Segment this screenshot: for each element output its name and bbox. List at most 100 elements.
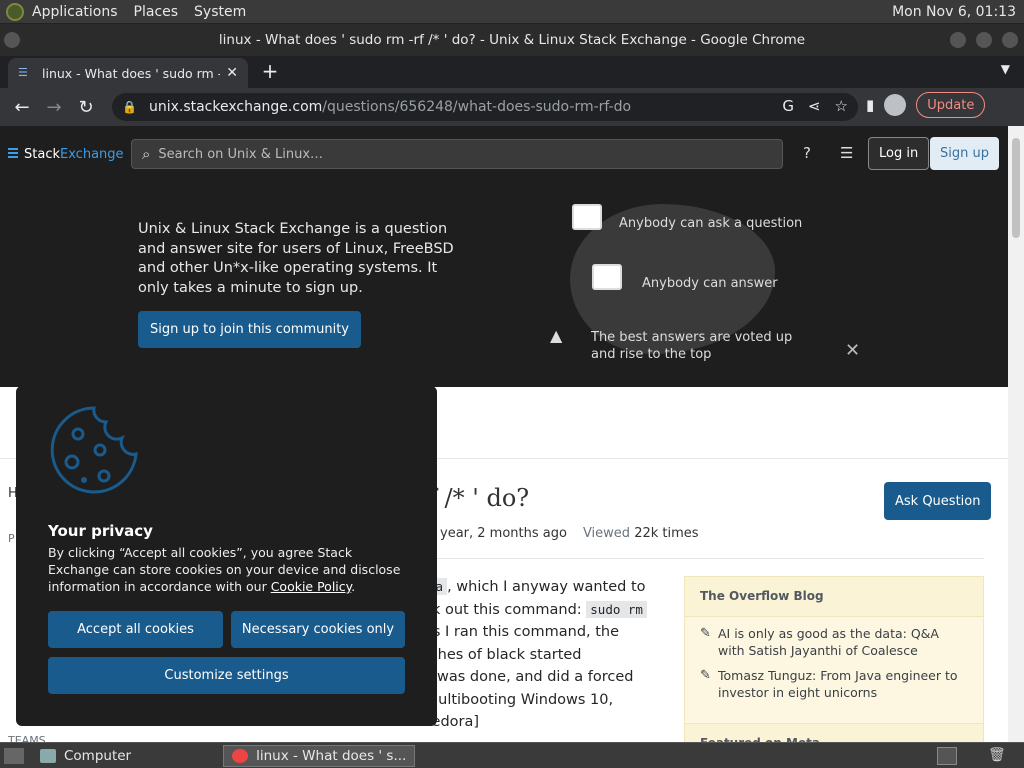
update-button[interactable]: Update: [916, 92, 986, 118]
accept-all-cookies-button[interactable]: Accept all cookies: [48, 611, 223, 648]
distro-logo-icon[interactable]: [6, 2, 24, 21]
question-meta: year, 2 months ago Viewed 22k times: [440, 526, 699, 541]
logo-text-exchange: Exchange: [60, 146, 124, 162]
taskbar-chrome-label: linux - What does ' s...: [256, 747, 407, 764]
menu-system[interactable]: System: [186, 4, 254, 20]
url-path: /questions/656248/what-does-sudo-rm-rf-d…: [322, 99, 632, 115]
tab-title: linux - What does ' sudo rm -rf: [42, 65, 221, 81]
close-tab-icon[interactable]: ✕: [226, 65, 238, 81]
address-bar[interactable]: 🔒 unix.stackexchange.com/questions/65624…: [112, 93, 858, 121]
login-button[interactable]: Log in: [868, 137, 930, 170]
necessary-cookies-button[interactable]: Necessary cookies only: [231, 611, 405, 648]
stackexchange-logo-icon: [8, 148, 18, 160]
tab-strip: ☰ linux - What does ' sudo rm -rf ✕ + ▼: [0, 56, 1024, 88]
blog-item-link[interactable]: Tomasz Tunguz: From Java engineer to inv…: [718, 667, 968, 701]
bookmark-star-icon[interactable]: ☆: [835, 97, 848, 115]
window-title-bar: linux - What does ' sudo rm -rf /* ' do?…: [0, 24, 1024, 56]
site-search-input[interactable]: ⌕ Search on Unix & Linux…: [131, 139, 783, 169]
trash-icon[interactable]: 🗑: [988, 747, 1006, 765]
chrome-icon: [232, 748, 249, 763]
body-line: as I ran this command, the: [424, 624, 620, 640]
privacy-text-end: .: [351, 579, 356, 594]
left-nav-teams: TEAMS: [8, 734, 46, 742]
page-scrollbar[interactable]: [1008, 126, 1024, 742]
reload-icon[interactable]: ↻: [70, 91, 102, 123]
viewed-count: 22k times: [634, 526, 699, 541]
profile-avatar[interactable]: [884, 94, 907, 116]
join-community-button[interactable]: Sign up to join this community: [138, 311, 362, 348]
inline-code: sudo rm: [586, 600, 647, 618]
google-lens-icon[interactable]: G: [782, 97, 794, 115]
cookie-policy-link[interactable]: Cookie Policy: [271, 579, 352, 594]
search-icon: ⌕: [142, 145, 151, 163]
window-menu-icon[interactable]: [4, 32, 20, 48]
forward-arrow-icon[interactable]: →: [38, 91, 70, 123]
tab-search-chevron-icon[interactable]: ▼: [1001, 62, 1010, 76]
feature-answer: Anybody can answer: [642, 276, 778, 291]
ask-question-button[interactable]: Ask Question: [884, 482, 992, 520]
taskbar-computer[interactable]: Computer: [32, 745, 139, 767]
asked-date: year, 2 months ago: [440, 526, 567, 541]
divider: [428, 558, 984, 559]
close-banner-icon[interactable]: ✕: [845, 340, 860, 361]
logo-text-stack: Stack: [24, 146, 60, 162]
url-host: unix.stackexchange.com: [148, 99, 323, 115]
cookie-consent-dialog: Your privacy By clicking “Accept all coo…: [16, 386, 437, 726]
new-tab-button[interactable]: +: [258, 60, 282, 84]
cookie-icon: [50, 406, 138, 494]
page-viewport: Stack Exchange ⌕ Search on Unix & Linux… …: [0, 126, 1008, 742]
taskbar-chrome-window[interactable]: linux - What does ' s...: [223, 744, 416, 767]
back-arrow-icon[interactable]: ←: [6, 91, 38, 123]
customize-settings-button[interactable]: Customize settings: [48, 657, 405, 694]
site-switcher-icon[interactable]: ☰: [840, 144, 853, 162]
maximize-icon[interactable]: [976, 32, 992, 48]
se-header: Stack Exchange ⌕ Search on Unix & Linux… …: [0, 126, 1008, 182]
search-placeholder: Search on Unix & Linux…: [158, 146, 324, 162]
menu-applications[interactable]: Applications: [24, 4, 126, 20]
signup-button[interactable]: Sign up: [930, 137, 999, 170]
side-panel-icon[interactable]: ▮: [866, 96, 874, 114]
scrollbar-thumb[interactable]: [1012, 138, 1020, 238]
left-nav-public: P: [8, 532, 15, 545]
community-hero-banner: Unix & Linux Stack Exchange is a questio…: [0, 182, 1008, 387]
body-line: , which I anyway wanted to: [447, 579, 646, 595]
minimize-icon[interactable]: [950, 32, 966, 48]
taskbar-computer-label: Computer: [64, 747, 132, 764]
os-top-panel: Applications Places System Mon Nov 6, 01…: [0, 0, 1024, 24]
favicon-icon: ☰: [18, 66, 28, 79]
tray-chrome-icon[interactable]: [937, 747, 957, 765]
blog-item-link[interactable]: AI is only as good as the data: Q&A with…: [718, 625, 968, 659]
vote-arrows-icon: ▲: [550, 326, 563, 345]
lock-icon[interactable]: 🔒: [122, 100, 137, 114]
featured-meta-header: Featured on Meta: [685, 723, 983, 742]
menu-places[interactable]: Places: [126, 4, 187, 20]
help-icon[interactable]: ?: [803, 144, 811, 162]
clock[interactable]: Mon Nov 6, 01:13: [892, 4, 1024, 20]
feature-vote: The best answers are voted up and rise t…: [591, 330, 793, 362]
overflow-blog-widget: The Overflow Blog ✎ AI is only as good a…: [684, 576, 984, 742]
viewed-label: Viewed: [582, 526, 631, 541]
close-window-icon[interactable]: [1002, 32, 1018, 48]
computer-icon: [40, 748, 56, 763]
question-title[interactable]: f /* ' do?: [428, 484, 529, 512]
blog-header: The Overflow Blog: [685, 577, 983, 617]
pencil-icon: ✎: [700, 668, 711, 683]
blog-item[interactable]: ✎ Tomasz Tunguz: From Java engineer to i…: [685, 659, 983, 701]
body-line: tches of black started: [424, 646, 582, 663]
show-desktop-icon[interactable]: [4, 747, 24, 764]
browser-toolbar: ← → ↻ 🔒 unix.stackexchange.com/questions…: [0, 88, 1024, 126]
privacy-text: By clicking “Accept all cookies”, you ag…: [48, 544, 408, 595]
body-line: ck out this command:: [424, 601, 587, 618]
tab-active[interactable]: ☰ linux - What does ' sudo rm -rf ✕: [8, 58, 248, 88]
privacy-title: Your privacy: [48, 522, 153, 540]
body-line: multibooting Windows 10,: [424, 691, 614, 708]
question-body: ra, which I anyway wanted to ck out this…: [424, 576, 664, 734]
share-icon[interactable]: ⋖: [808, 97, 821, 115]
answer-icon: [592, 264, 622, 290]
body-line: k was done, and did a forced: [424, 669, 634, 685]
stackexchange-logo[interactable]: Stack Exchange: [8, 147, 124, 162]
hero-description: Unix & Linux Stack Exchange is a questio…: [138, 221, 454, 296]
pencil-icon: ✎: [700, 626, 711, 641]
ask-question-icon: [572, 204, 602, 230]
blog-item[interactable]: ✎ AI is only as good as the data: Q&A wi…: [685, 617, 983, 659]
